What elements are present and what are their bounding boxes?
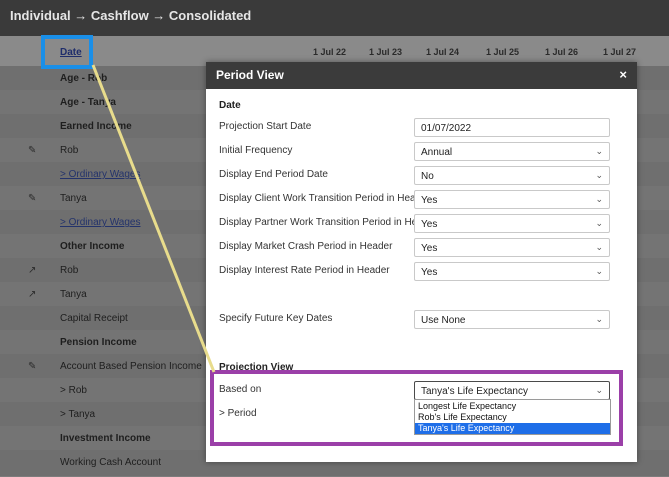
row-label: Working Cash Account — [60, 457, 161, 468]
annotation-connector — [91, 64, 216, 373]
connector-line — [91, 64, 216, 373]
